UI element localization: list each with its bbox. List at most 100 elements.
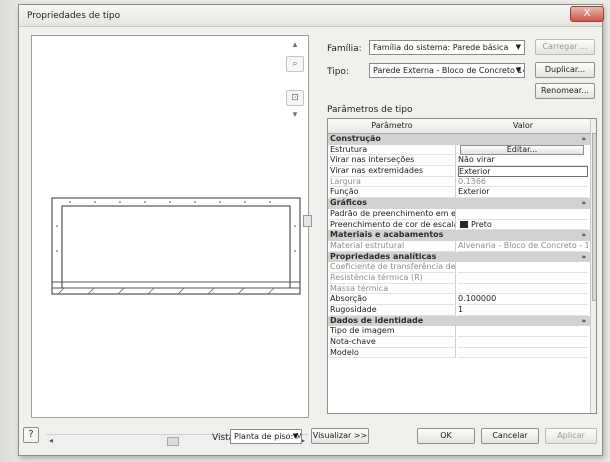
parameter-row[interactable]: Virar nas interseções Não virar	[328, 155, 590, 167]
hatch-dots	[56, 201, 296, 252]
help-icon[interactable]: ?	[23, 427, 39, 443]
parameter-column-header[interactable]: Parâmetro	[328, 121, 456, 130]
parameter-value[interactable]	[458, 209, 588, 220]
cancel-button[interactable]: Cancelar	[481, 428, 539, 444]
wall-outline	[51, 197, 301, 295]
group-label: Materiais e acabamentos	[330, 230, 444, 240]
family-select[interactable]: Família do sistema: Parede básica ▼	[369, 40, 525, 55]
parameter-group[interactable]: Dados de identidade »	[328, 315, 590, 327]
parameter-row[interactable]: Nota-chave	[328, 337, 590, 348]
parameter-name: Tipo de imagem	[330, 326, 456, 338]
parameter-name: Largura	[330, 176, 456, 188]
grid-vertical-scrollbar[interactable]	[590, 119, 596, 413]
zoom-icon[interactable]: ⌕	[286, 56, 304, 72]
parameter-row[interactable]: Rugosidade 1	[328, 305, 590, 316]
parameter-row[interactable]: Estrutura Editar...	[328, 144, 590, 156]
type-properties-dialog: Propriedades de tipo X ⌕ ⊡ ▴ ▾ ◂ ▸ Famíl…	[18, 4, 604, 456]
collapse-icon[interactable]: »	[581, 316, 586, 327]
collapse-icon[interactable]: »	[581, 252, 586, 263]
parameter-row[interactable]: Coeficiente de transferência de ca	[328, 262, 590, 273]
parameter-name: Absorção	[330, 294, 456, 305]
parameter-name: Preenchimento de cor de escala d	[330, 219, 456, 231]
parameter-value[interactable]: Exterior	[458, 187, 588, 199]
parameter-value[interactable]	[458, 348, 588, 359]
parameter-value[interactable]: 0.100000	[458, 294, 588, 305]
group-label: Dados de identidade	[330, 315, 424, 325]
close-button[interactable]: X	[570, 6, 604, 22]
apply-button[interactable]: Aplicar	[545, 428, 597, 444]
chevron-down-icon: ▼	[515, 43, 521, 51]
zoom-fit-icon[interactable]: ⊡	[286, 90, 304, 106]
grid-body: Construção» Estrutura Editar... Virar nas i…	[328, 134, 590, 359]
parameter-value[interactable]	[458, 284, 588, 295]
parameter-row[interactable]: Absorção 0.100000	[328, 294, 590, 305]
parameter-row[interactable]: Função Exterior	[328, 187, 590, 199]
parameter-value[interactable]	[458, 326, 588, 338]
splitter-handle[interactable]	[303, 215, 312, 227]
load-button[interactable]: Carregar ...	[535, 39, 595, 55]
chevron-down-icon: ▼	[515, 66, 521, 74]
parameter-name: Modelo	[330, 347, 456, 359]
parameter-name: Material estrutural	[330, 240, 456, 252]
chevron-up-icon[interactable]: ▴	[286, 38, 304, 54]
value-column-header[interactable]: Valor	[458, 121, 588, 130]
parameter-group[interactable]: Materiais e acabamentos »	[328, 230, 590, 241]
preview-pane[interactable]: ⌕ ⊡ ▴ ▾ ◂ ▸	[31, 35, 309, 447]
parameter-value[interactable]	[458, 262, 588, 273]
parameter-value[interactable]	[458, 337, 588, 348]
type-parameters-grid[interactable]: Parâmetro Valor Construção » Estrutura Edit…	[327, 118, 597, 414]
type-label: Tipo:	[327, 67, 349, 77]
type-parameters-title: Parâmetros de tipo	[327, 105, 413, 115]
chevron-down-icon[interactable]: ▾	[286, 108, 304, 124]
group-label: Gráficos	[330, 198, 367, 208]
parameter-value[interactable]: Não virar	[458, 155, 588, 167]
parameter-name: Padrão de preenchimento em esc	[330, 208, 456, 220]
parameter-value[interactable]: 1	[458, 305, 588, 316]
scroll-thumb[interactable]	[592, 133, 596, 301]
duplicate-button[interactable]: Duplicar...	[535, 62, 595, 78]
parameter-value[interactable]: Preto	[458, 220, 588, 231]
title-bar: Propriedades de tipo X	[19, 5, 604, 27]
parameter-row[interactable]: Largura 0.1366	[328, 176, 590, 188]
dialog-title: Propriedades de tipo	[27, 11, 121, 21]
parameter-name: Nota-chave	[330, 337, 456, 348]
section-hatch	[57, 287, 275, 295]
collapse-icon[interactable]: »	[581, 134, 586, 145]
parameter-row[interactable]: Preenchimento de cor de escala d Preto	[328, 219, 590, 231]
parameter-value[interactable]: Alvenaria - Bloco de Concreto - 14	[458, 241, 588, 252]
preview-button[interactable]: Visualizar >>	[311, 428, 369, 444]
view-select[interactable]: Planta de piso: Modifi ▼	[230, 429, 302, 444]
parameter-row[interactable]: Resistência térmica (R)	[328, 272, 590, 284]
type-select[interactable]: Parede Externa - Bloco de Concreto 14 - …	[369, 63, 525, 78]
type-value: Parede Externa - Bloco de Concreto 14 -	[373, 66, 525, 75]
parameter-name: Massa térmica	[330, 283, 456, 295]
family-value: Família do sistema: Parede básica	[373, 43, 509, 52]
parameter-row[interactable]: Tipo de imagem	[328, 326, 590, 338]
parameter-row[interactable]: Modelo	[328, 347, 590, 359]
parameter-value[interactable]: 0.1366	[458, 177, 588, 188]
edit-structure-button[interactable]: Editar...	[460, 144, 584, 155]
collapse-icon[interactable]: »	[581, 230, 586, 241]
family-label: Família:	[327, 44, 362, 54]
collapse-icon[interactable]: »	[581, 198, 586, 209]
parameter-name: Resistência térmica (R)	[330, 272, 456, 284]
wall-section-drawing	[51, 197, 301, 295]
ok-button[interactable]: OK	[417, 428, 475, 444]
scroll-left-icon[interactable]: ◂	[46, 436, 56, 445]
parameter-group[interactable]: Construção »	[328, 134, 590, 145]
parameter-row[interactable]: Massa térmica	[328, 283, 590, 295]
grid-header: Parâmetro Valor	[328, 119, 590, 134]
parameter-value[interactable]	[458, 273, 588, 284]
parameter-value[interactable]: Exterior	[458, 166, 588, 177]
color-swatch-icon	[460, 220, 468, 228]
parameter-row[interactable]: Virar nas extremidades Exterior	[328, 166, 590, 177]
parameter-row[interactable]: Material estrutural Alvenaria - Bloco de …	[328, 240, 590, 252]
parameter-row[interactable]: Padrão de preenchimento em esc	[328, 208, 590, 220]
parameter-group[interactable]: Gráficos »	[328, 198, 590, 209]
scroll-thumb[interactable]	[167, 437, 179, 446]
parameter-group[interactable]: Propriedades analíticas »	[328, 251, 590, 263]
color-name: Preto	[471, 219, 492, 229]
parameter-name: Função	[330, 187, 456, 199]
rename-button[interactable]: Renomear...	[535, 83, 595, 99]
parameter-name: Estrutura	[330, 144, 456, 156]
